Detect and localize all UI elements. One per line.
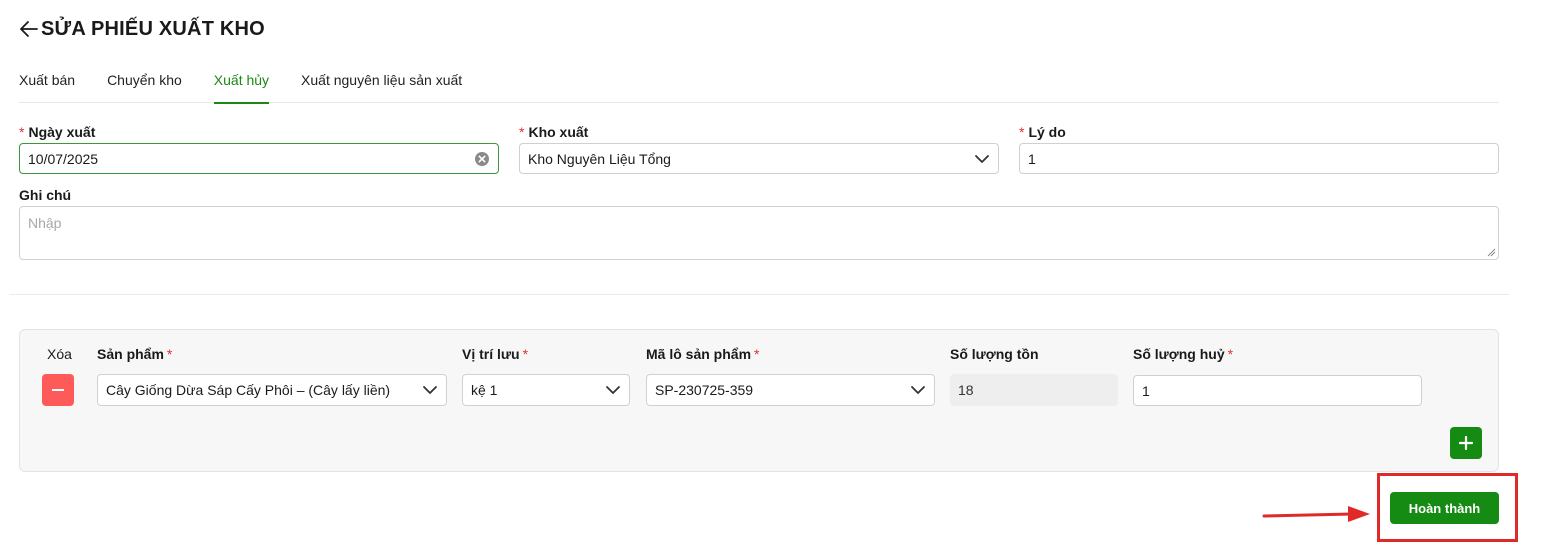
chevron-down-icon bbox=[975, 154, 989, 163]
san-pham-select[interactable]: Cây Giống Dừa Sáp Cấy Phôi – (Cây lấy li… bbox=[97, 374, 447, 406]
ma-lo-value: SP-230725-359 bbox=[655, 382, 754, 398]
kho-xuat-value: Kho Nguyên Liệu Tổng bbox=[528, 150, 671, 167]
so-luong-huy-value: 1 bbox=[1142, 382, 1150, 399]
tab-xuat-ban[interactable]: Xuất bán bbox=[19, 62, 75, 103]
minus-icon bbox=[52, 389, 64, 391]
so-luong-huy-input[interactable]: 1 bbox=[1133, 375, 1422, 406]
ghi-chu-placeholder: Nhập bbox=[28, 215, 62, 231]
ma-lo-select[interactable]: SP-230725-359 bbox=[646, 374, 935, 406]
delete-row-button[interactable] bbox=[42, 374, 74, 406]
col-header-ma-lo: Mã lô sản phẩm * bbox=[646, 346, 760, 362]
tab-xuat-huy[interactable]: Xuất hủy bbox=[213, 62, 270, 104]
arrow-left-icon[interactable] bbox=[19, 19, 39, 39]
so-luong-ton-value: 18 bbox=[950, 374, 1118, 406]
tab-chuyen-kho[interactable]: Chuyển kho bbox=[107, 62, 182, 103]
ngay-xuat-date-picker[interactable]: 10/07/2025 bbox=[19, 143, 499, 174]
annotation-arrow-icon bbox=[1262, 506, 1370, 522]
san-pham-value: Cây Giống Dừa Sáp Cấy Phôi – (Cây lấy li… bbox=[106, 382, 391, 398]
clear-icon[interactable] bbox=[474, 151, 490, 167]
complete-button[interactable]: Hoàn thành bbox=[1390, 492, 1499, 524]
page-title: SỬA PHIẾU XUẤT KHO bbox=[41, 17, 265, 40]
kho-xuat-select[interactable]: Kho Nguyên Liệu Tổng bbox=[519, 143, 999, 174]
chevron-down-icon bbox=[911, 386, 925, 394]
resize-grip-icon[interactable] bbox=[1487, 248, 1496, 257]
ly-do-value: 1 bbox=[1028, 150, 1036, 167]
add-row-button[interactable] bbox=[1450, 427, 1482, 459]
ngay-xuat-label: * Ngày xuất bbox=[19, 124, 96, 140]
chevron-down-icon bbox=[423, 386, 437, 394]
ngay-xuat-value: 10/07/2025 bbox=[28, 150, 99, 167]
ghi-chu-textarea[interactable]: Nhập bbox=[19, 206, 1499, 260]
col-header-so-luong-ton: Số lượng tồn bbox=[950, 346, 1039, 362]
ly-do-input[interactable]: 1 bbox=[1019, 143, 1499, 174]
vi-tri-luu-select[interactable]: kệ 1 bbox=[462, 374, 630, 406]
plus-icon bbox=[1459, 436, 1473, 450]
col-header-xoa: Xóa bbox=[47, 346, 72, 362]
tab-xuat-nguyen-lieu[interactable]: Xuất nguyên liệu sản xuất bbox=[301, 62, 462, 103]
page-header: SỬA PHIẾU XUẤT KHO bbox=[19, 14, 265, 44]
ghi-chu-label: Ghi chú bbox=[19, 187, 72, 203]
col-header-so-luong-huy: Số lượng huỷ * bbox=[1133, 346, 1234, 362]
kho-xuat-label: * Kho xuất bbox=[519, 124, 589, 140]
ly-do-label: * Lý do bbox=[1019, 124, 1066, 140]
chevron-down-icon bbox=[606, 386, 620, 394]
col-header-vi-tri-luu: Vị trí lưu * bbox=[462, 346, 529, 362]
items-panel: Xóa Sản phẩm * Vị trí lưu * Mã lô sản phẩm… bbox=[19, 329, 1499, 472]
tab-bar: Xuất bán Chuyển kho Xuất hủy Xuất nguyên… bbox=[19, 62, 1499, 104]
col-header-san-pham: Sản phẩm * bbox=[97, 346, 173, 362]
section-divider bbox=[9, 294, 1509, 295]
vi-tri-luu-value: kệ 1 bbox=[471, 382, 498, 398]
